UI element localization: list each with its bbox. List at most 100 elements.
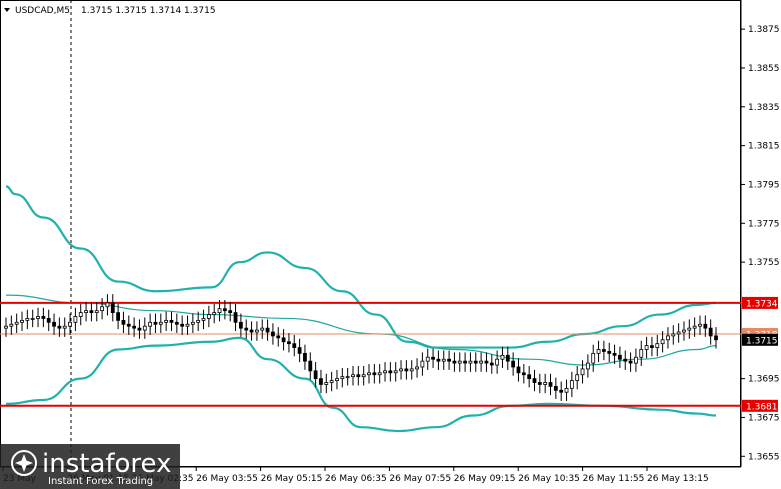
candle-body-up — [105, 302, 110, 308]
candle-body-down — [431, 356, 435, 360]
candle-body-down — [41, 316, 46, 319]
candle-body-down — [57, 325, 62, 329]
candle-body-up — [425, 356, 430, 362]
candle-body-up — [30, 318, 35, 320]
candle-body-down — [623, 358, 628, 362]
candle-body-down — [271, 331, 275, 337]
candle-body-up — [36, 316, 40, 319]
candle-body-down — [52, 321, 56, 327]
candle-body-up — [14, 321, 19, 325]
candle-body-down — [537, 382, 542, 385]
candle-body-down — [137, 327, 142, 331]
candle-body-up — [329, 380, 334, 383]
candle-body-up — [164, 319, 169, 323]
logo-tagline-text: Instant Forex Trading — [48, 476, 153, 487]
candle-body-down — [265, 327, 270, 333]
candle-body-up — [660, 339, 665, 345]
candle-body-up — [196, 319, 201, 323]
y-tick-label: 1.3755 — [748, 258, 780, 268]
candle-body-down — [559, 389, 564, 393]
candle-body-up — [644, 345, 649, 350]
candle-body-down — [388, 370, 393, 374]
logo-brand-text: instaforex — [42, 449, 171, 479]
candle-body-down — [714, 335, 718, 341]
candle-body-up — [324, 382, 329, 385]
candle-body-down — [153, 321, 158, 325]
candle-body-down — [116, 312, 121, 321]
candle-body-down — [297, 347, 302, 354]
candle-body-up — [25, 318, 30, 321]
candle-body-up — [201, 318, 206, 321]
candle-body-down — [463, 360, 467, 364]
y-tick-label: 1.3695 — [748, 375, 780, 385]
price-tag-label: 1.3681 — [746, 402, 778, 412]
candle-body-up — [148, 321, 153, 327]
candle-body-down — [249, 329, 254, 333]
candle-body-down — [489, 362, 494, 366]
candle-body-up — [420, 360, 425, 368]
price-chart[interactable]: USDCAD,M5 1.3715 1.3715 1.3714 1.3715 1.… — [0, 0, 781, 489]
candle-body-up — [367, 372, 371, 376]
plot-frame — [0, 0, 741, 467]
symbol-dropdown-icon[interactable] — [4, 8, 10, 12]
candle-body-up — [84, 310, 88, 314]
x-tick-label: 26 May 11:55 — [583, 474, 645, 484]
candle-body-up — [345, 376, 350, 379]
logo-star-icon — [11, 450, 37, 476]
candle-body-down — [276, 335, 281, 339]
y-tick-label: 1.3855 — [748, 64, 780, 74]
candle-body-up — [185, 323, 190, 327]
candle-body-down — [110, 302, 115, 314]
candle-body-down — [404, 368, 409, 372]
candle-body-down — [174, 321, 179, 325]
candlesticks — [4, 294, 718, 401]
candle-body-up — [340, 376, 345, 380]
candle-body-down — [618, 354, 622, 360]
candle-body-down — [548, 382, 553, 387]
candle-body-up — [100, 306, 104, 312]
candle-body-up — [62, 325, 67, 329]
candle-body-up — [393, 370, 398, 374]
candle-body-down — [126, 323, 131, 327]
price-tag-label: 1.3715 — [746, 336, 778, 346]
x-tick-label: 26 May 07:55 — [389, 474, 451, 484]
candle-body-down — [233, 312, 238, 323]
candle-body-up — [335, 378, 339, 381]
chart-symbol-title: USDCAD,M5 — [15, 6, 70, 16]
x-tick-label: 26 May 10:35 — [518, 474, 580, 484]
candle-body-up — [217, 308, 222, 314]
x-tick-label: 26 May 03:55 — [196, 474, 258, 484]
candle-body-up — [212, 312, 217, 315]
y-tick-label: 1.3875 — [748, 25, 780, 35]
candle-body-up — [687, 327, 692, 331]
price-axis: 1.3875 1.3855 1.3835 1.3815 1.3795 1.3775 1.37… — [741, 25, 780, 462]
candle-body-up — [468, 360, 473, 364]
candle-body-up — [4, 325, 8, 329]
candle-body-up — [575, 374, 580, 381]
candle-body-up — [676, 331, 681, 335]
instaforex-logo: instaforex Instant Forex Trading — [0, 444, 180, 489]
candle-body-up — [500, 354, 505, 360]
candle-body-up — [564, 387, 569, 393]
candle-body-down — [292, 343, 297, 348]
candle-body-up — [94, 310, 99, 314]
candle-body-up — [457, 360, 462, 364]
candle-body-down — [46, 318, 51, 323]
y-tick-label: 1.3775 — [748, 219, 780, 229]
candle-body-down — [511, 360, 516, 368]
candle-body-up — [441, 358, 446, 362]
candle-body-up — [351, 374, 355, 378]
horizontal-levels — [0, 301, 741, 407]
candle-body-down — [356, 374, 361, 378]
candle-body-up — [692, 325, 697, 329]
candle-body-up — [666, 335, 670, 341]
candle-body-down — [708, 327, 713, 337]
bollinger-upper-line — [5, 185, 717, 349]
candle-body-down — [484, 360, 489, 364]
candle-body-down — [612, 352, 617, 356]
candle-body-up — [383, 370, 387, 374]
candle-body-down — [313, 370, 318, 380]
chart-ohlc-values: 1.3715 1.3715 1.3714 1.3715 — [81, 6, 216, 16]
candle-body-down — [473, 360, 478, 364]
candle-body-down — [521, 372, 526, 376]
